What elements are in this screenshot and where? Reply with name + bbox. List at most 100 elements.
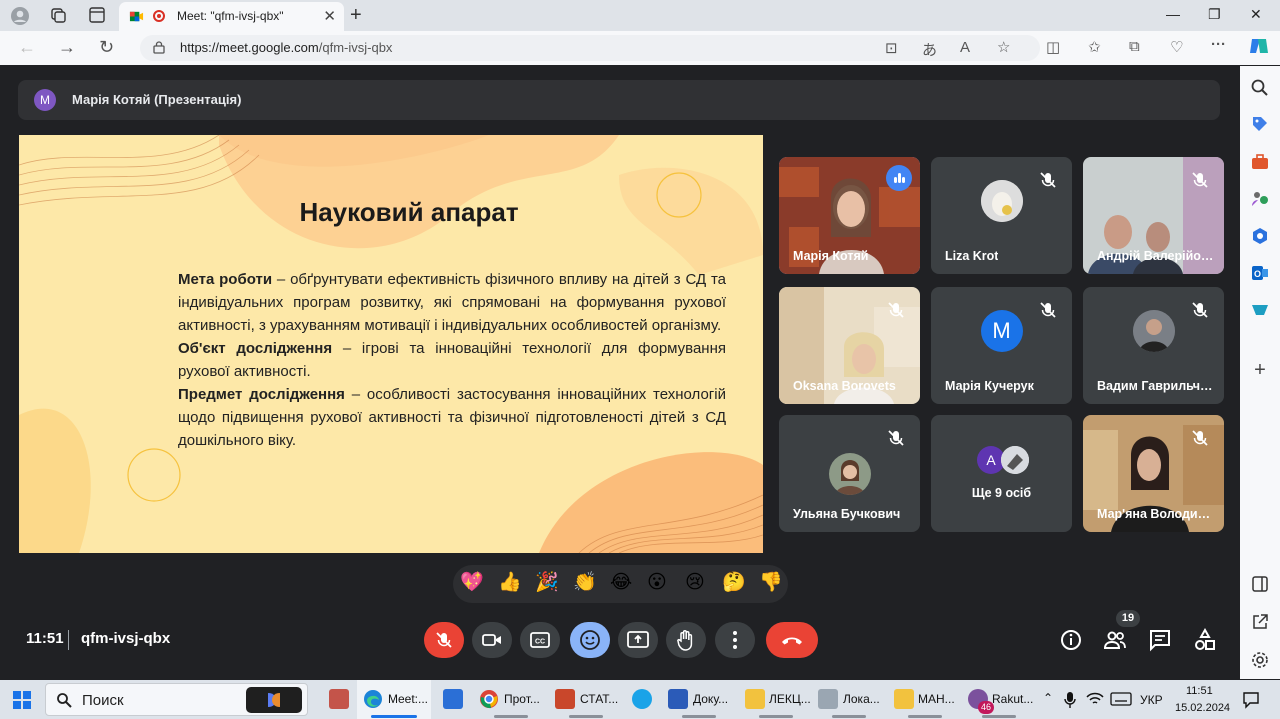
taskbar-app-store[interactable]: [437, 680, 469, 719]
taskbar-app-pinned[interactable]: [323, 680, 355, 719]
taskbar-clock-time[interactable]: 11:51: [1186, 685, 1213, 697]
close-window-icon[interactable]: ✕: [1250, 6, 1262, 23]
chat-icon[interactable]: [1148, 628, 1172, 652]
keyboard-icon[interactable]: [1110, 692, 1132, 706]
tab-meet[interactable]: Meet: "qfm-ivsj-qbx" ✕: [119, 2, 344, 31]
participant-tile[interactable]: Oksana Borovets: [779, 287, 920, 404]
microsoft-365-icon[interactable]: [1250, 226, 1270, 246]
chrome-icon: [480, 690, 498, 709]
taskbar-app-chrome[interactable]: Прот...: [474, 680, 548, 719]
settings-more-icon[interactable]: ···: [1211, 36, 1226, 53]
participant-tile[interactable]: Вадим Гаврильченко: [1083, 287, 1224, 404]
more-options-button[interactable]: [715, 622, 755, 658]
back-icon[interactable]: ←: [18, 37, 36, 58]
forward-icon[interactable]: →: [58, 37, 76, 58]
meeting-details-icon[interactable]: [1059, 628, 1083, 652]
taskbar-app-powerpoint[interactable]: СТАТ...: [551, 680, 623, 719]
new-tab-button[interactable]: +: [350, 4, 362, 27]
reaction-surprised[interactable]: 😮: [647, 572, 667, 594]
url-field[interactable]: https://meet.google.com/qfm-ivsj-qbx: [140, 35, 1040, 61]
workspaces-icon[interactable]: [48, 6, 68, 26]
taskbar-app-edge-meet[interactable]: Meet:...: [357, 680, 431, 719]
participant-tile[interactable]: Марія Котяй: [779, 157, 920, 274]
search-icon[interactable]: [1250, 78, 1270, 98]
participant-avatar: [1132, 310, 1175, 353]
present-screen-button[interactable]: [618, 622, 658, 658]
favorite-star-icon[interactable]: ☆: [997, 38, 1010, 56]
minimize-icon[interactable]: —: [1166, 6, 1180, 22]
activities-icon[interactable]: [1193, 628, 1217, 652]
taskbar-app-word[interactable]: Доку...: [664, 680, 736, 719]
reaction-party-popper[interactable]: 🎉: [535, 572, 559, 594]
taskbar-app-folder-man[interactable]: МАН...: [890, 680, 960, 719]
taskbar-app-local-disk[interactable]: Лока...: [814, 680, 886, 719]
reaction-thumbs-up[interactable]: 👍: [498, 572, 522, 594]
camera-in-use-icon[interactable]: ⊡: [885, 39, 898, 57]
split-screen-icon[interactable]: ◫: [1046, 38, 1060, 56]
reaction-thumbs-down[interactable]: 👎: [759, 572, 783, 594]
store-icon: [443, 689, 463, 709]
windows-start-icon[interactable]: [13, 691, 31, 709]
reaction-thinking[interactable]: 🤔: [722, 572, 746, 594]
participant-tile[interactable]: Liza Krot: [931, 157, 1072, 274]
add-sidebar-app-icon[interactable]: +: [1250, 360, 1270, 380]
taskbar-clock-date[interactable]: 15.02.2024: [1175, 702, 1230, 714]
participant-name: Мар'яна Володимирівна: [1097, 507, 1219, 521]
participant-tile[interactable]: Ульяна Бучкович: [779, 415, 920, 532]
participant-tile[interactable]: Мар'яна Володимирівна: [1083, 415, 1224, 532]
mic-toggle-button[interactable]: [424, 622, 464, 658]
translate-icon[interactable]: あ: [922, 39, 937, 60]
mic-off-icon: [1192, 302, 1208, 318]
goal-heading: Мета роботи: [178, 271, 273, 288]
game-app-icon: [329, 689, 349, 709]
extensions-icon[interactable]: ♡: [1170, 38, 1183, 56]
participant-tile[interactable]: Андрій Валерійович: [1083, 157, 1224, 274]
language-indicator[interactable]: УКР: [1140, 693, 1163, 707]
close-tab-icon[interactable]: ✕: [323, 7, 336, 25]
reaction-clapping[interactable]: 👏: [573, 572, 597, 594]
notifications-icon[interactable]: [1242, 691, 1260, 709]
participant-tile[interactable]: M Марія Кучерук: [931, 287, 1072, 404]
object-heading: Об'єкт дослідження: [178, 340, 333, 357]
open-external-icon[interactable]: [1250, 612, 1270, 632]
lock-icon[interactable]: [152, 40, 166, 54]
wifi-icon[interactable]: [1086, 691, 1104, 707]
read-aloud-icon[interactable]: A: [960, 39, 970, 56]
profile-icon[interactable]: [10, 6, 30, 26]
raise-hand-button[interactable]: [666, 622, 706, 658]
games-icon[interactable]: [1250, 189, 1270, 209]
sidebar-layout-icon[interactable]: [1250, 574, 1270, 594]
tools-briefcase-icon[interactable]: [1250, 152, 1270, 172]
captions-button[interactable]: CC: [520, 622, 560, 658]
camera-toggle-button[interactable]: [472, 622, 512, 658]
sidebar-settings-gear-icon[interactable]: [1250, 650, 1270, 670]
taskbar-search-box[interactable]: Поиск: [45, 683, 308, 716]
reaction-laughing[interactable]: 😂: [610, 572, 632, 594]
reaction-sparkling-heart[interactable]: 💖: [460, 572, 484, 594]
shopping-tag-icon[interactable]: [1250, 114, 1270, 134]
reaction-crying[interactable]: 😢: [685, 572, 705, 594]
taskbar-app-folder-lectures[interactable]: ЛЕКЦ...: [741, 680, 811, 719]
participant-tile-more[interactable]: A Ще 9 осіб: [931, 415, 1072, 532]
copilot-icon[interactable]: [1248, 35, 1270, 61]
send-drop-icon[interactable]: [1250, 300, 1270, 320]
maximize-icon[interactable]: ❐: [1208, 6, 1221, 23]
refresh-icon[interactable]: ↻: [99, 37, 114, 58]
divider: [68, 630, 69, 650]
meeting-code: qfm-ivsj-qbx: [81, 630, 171, 647]
participant-name: Ульяна Бучкович: [793, 507, 901, 521]
leave-call-button[interactable]: [766, 622, 818, 658]
emoji-icon: [580, 630, 600, 650]
people-icon[interactable]: [1103, 628, 1127, 652]
favorites-icon[interactable]: ✩: [1088, 38, 1101, 56]
taskbar-app-label: СТАТ...: [580, 692, 619, 706]
microphone-tray-icon[interactable]: [1063, 691, 1077, 709]
taskbar-app-skype[interactable]: [628, 680, 658, 719]
collections-icon[interactable]: ⧉: [1129, 38, 1140, 55]
folder-icon: [894, 689, 914, 709]
taskbar-app-viber[interactable]: 46 Rakut...: [964, 680, 1036, 719]
outlook-icon[interactable]: O: [1250, 263, 1270, 283]
tab-actions-icon[interactable]: [87, 6, 107, 26]
tray-overflow-icon[interactable]: ⌃: [1043, 691, 1053, 705]
reactions-button[interactable]: [570, 622, 610, 658]
